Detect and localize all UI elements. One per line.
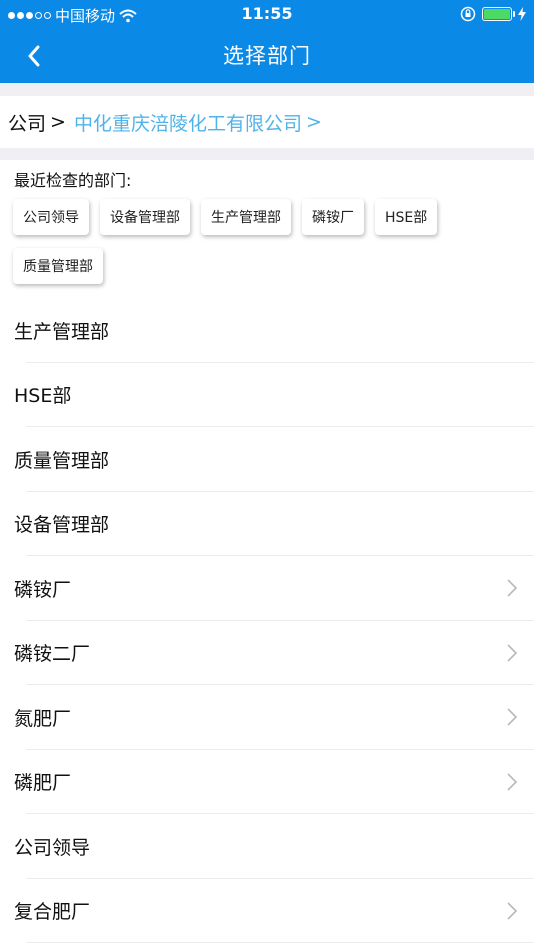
recent-departments-title: 最近检查的部门: bbox=[14, 171, 132, 190]
chevron-right-icon bbox=[507, 643, 518, 662]
recent-chip[interactable]: 磷铵厂 bbox=[302, 199, 364, 235]
recent-chip[interactable]: 质量管理部 bbox=[13, 248, 103, 284]
department-label: 磷铵厂 bbox=[14, 578, 72, 601]
department-row[interactable]: 磷铵厂 bbox=[0, 556, 534, 621]
recent-chip[interactable]: 设备管理部 bbox=[100, 199, 190, 235]
department-row[interactable]: 设备管理部 bbox=[0, 492, 534, 557]
breadcrumb-root[interactable]: 公司 bbox=[8, 109, 46, 136]
department-label: 磷铵二厂 bbox=[14, 643, 91, 666]
department-row[interactable]: HSE部 bbox=[0, 363, 534, 428]
department-label: 生产管理部 bbox=[14, 320, 110, 343]
recent-chip[interactable]: 生产管理部 bbox=[201, 199, 291, 235]
department-row[interactable]: 质量管理部 bbox=[0, 427, 534, 492]
department-row[interactable]: 氮肥厂 bbox=[0, 685, 534, 750]
breadcrumb-separator: > bbox=[50, 111, 66, 133]
recent-departments-chips: 公司领导 设备管理部 生产管理部 磷铵厂 HSE部 质量管理部 bbox=[13, 199, 523, 284]
department-label: 磷肥厂 bbox=[14, 772, 72, 795]
navigation-bar: 选择部门 bbox=[0, 28, 534, 83]
department-row[interactable]: 公司领导 bbox=[0, 814, 534, 879]
status-right bbox=[460, 6, 526, 22]
page-title: 选择部门 bbox=[223, 44, 311, 68]
department-row[interactable]: 磷铵二厂 bbox=[0, 621, 534, 686]
breadcrumb: 公司 > 中化重庆涪陵化工有限公司 > bbox=[0, 96, 534, 148]
chevron-right-icon bbox=[507, 772, 518, 791]
breadcrumb-company[interactable]: 中化重庆涪陵化工有限公司 bbox=[74, 109, 302, 136]
charging-bolt-icon bbox=[518, 7, 526, 21]
department-label: HSE部 bbox=[14, 385, 72, 408]
orientation-lock-icon bbox=[460, 6, 476, 22]
department-label: 复合肥厂 bbox=[14, 901, 91, 924]
recent-chip[interactable]: HSE部 bbox=[375, 199, 438, 235]
section-divider bbox=[0, 148, 534, 160]
department-row[interactable]: 生产管理部 bbox=[0, 298, 534, 363]
department-list: 生产管理部 HSE部质量管理部设备管理部磷铵厂磷铵二厂氮肥厂磷肥厂公司领导复合肥厂 bbox=[0, 298, 534, 943]
recent-chip[interactable]: 公司领导 bbox=[13, 199, 89, 235]
section-divider bbox=[0, 83, 534, 96]
battery-icon bbox=[482, 7, 515, 21]
department-label: 氮肥厂 bbox=[14, 707, 72, 730]
top-bar: 中国移动 11:55 选择部门 bbox=[0, 0, 534, 83]
chevron-right-icon bbox=[507, 708, 518, 726]
status-time: 11:55 bbox=[241, 4, 293, 23]
chevron-right-icon bbox=[507, 579, 518, 597]
department-label: 公司领导 bbox=[14, 836, 91, 859]
breadcrumb-company-separator: > bbox=[305, 111, 322, 133]
department-label: 设备管理部 bbox=[14, 514, 110, 537]
department-row[interactable]: 复合肥厂 bbox=[0, 879, 534, 944]
chevron-right-icon bbox=[507, 901, 518, 920]
department-row[interactable]: 磷肥厂 bbox=[0, 750, 534, 815]
department-label: 质量管理部 bbox=[14, 449, 110, 472]
status-bar: 中国移动 11:55 bbox=[0, 0, 534, 28]
